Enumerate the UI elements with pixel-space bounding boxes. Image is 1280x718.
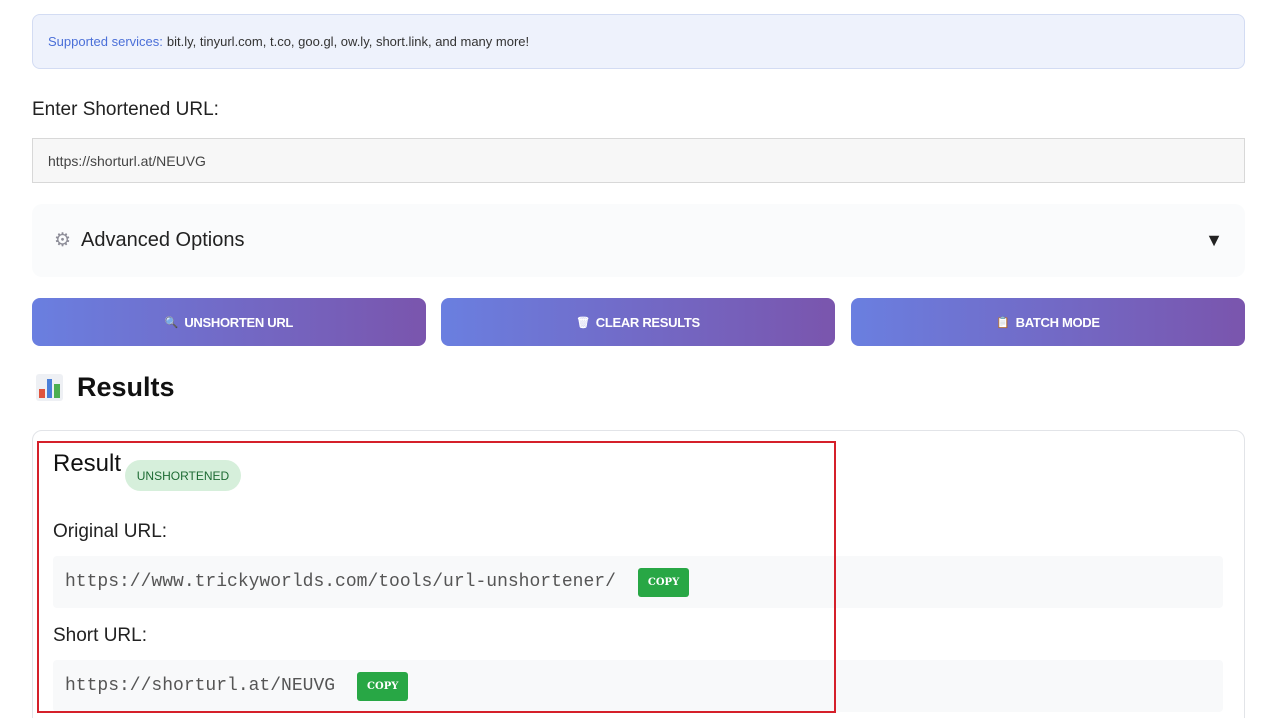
short-url-row: https://shorturl.at/NEUVG COPY (53, 660, 1223, 712)
trash-icon: 🗑 (576, 316, 590, 329)
supported-services-text: bit.ly, tinyurl.com, t.co, goo.gl, ow.ly… (166, 34, 530, 49)
chevron-down-icon: ▼ (1205, 230, 1223, 250)
batch-mode-button[interactable]: 📋 BATCH MODE (851, 298, 1245, 346)
advanced-options-title: Advanced Options (81, 229, 245, 251)
copy-short-url-button[interactable]: COPY (357, 671, 409, 701)
clipboard-icon: 📋 (996, 316, 1010, 329)
results-title: Results (77, 372, 175, 402)
original-url-row: https://www.trickyworlds.com/tools/url-u… (53, 556, 1223, 608)
shortened-url-input[interactable] (32, 138, 1245, 183)
result-title: Result (53, 450, 122, 477)
page: Supported services: bit.ly, tinyurl.com,… (0, 0, 1280, 718)
batch-mode-label: BATCH MODE (1015, 314, 1100, 330)
clear-results-label: CLEAR RESULTS (595, 314, 701, 330)
results-heading: Results (36, 372, 175, 403)
original-url-label: Original URL: (53, 521, 168, 542)
unshorten-url-label: UNSHORTEN URL (184, 314, 294, 330)
supported-services-label: Supported services: (48, 34, 163, 49)
short-url-value: https://shorturl.at/NEUVG (65, 676, 336, 696)
unshorten-url-button[interactable]: 🔍 UNSHORTEN URL (32, 298, 426, 346)
bar-chart-icon (36, 374, 63, 401)
status-badge: UNSHORTENED (125, 460, 241, 491)
advanced-options-toggle[interactable]: ⚙ Advanced Options ▼ (32, 204, 1245, 277)
gear-icon: ⚙ (54, 230, 72, 251)
original-url-value: https://www.trickyworlds.com/tools/url-u… (65, 572, 616, 592)
supported-services-notice: Supported services: bit.ly, tinyurl.com,… (32, 14, 1245, 69)
clear-results-button[interactable]: 🗑 CLEAR RESULTS (441, 298, 835, 346)
copy-original-url-button[interactable]: COPY (637, 567, 690, 597)
url-field-label: Enter Shortened URL: (32, 99, 219, 120)
short-url-label: Short URL: (53, 625, 147, 646)
magnifier-icon: 🔍 (164, 316, 179, 329)
